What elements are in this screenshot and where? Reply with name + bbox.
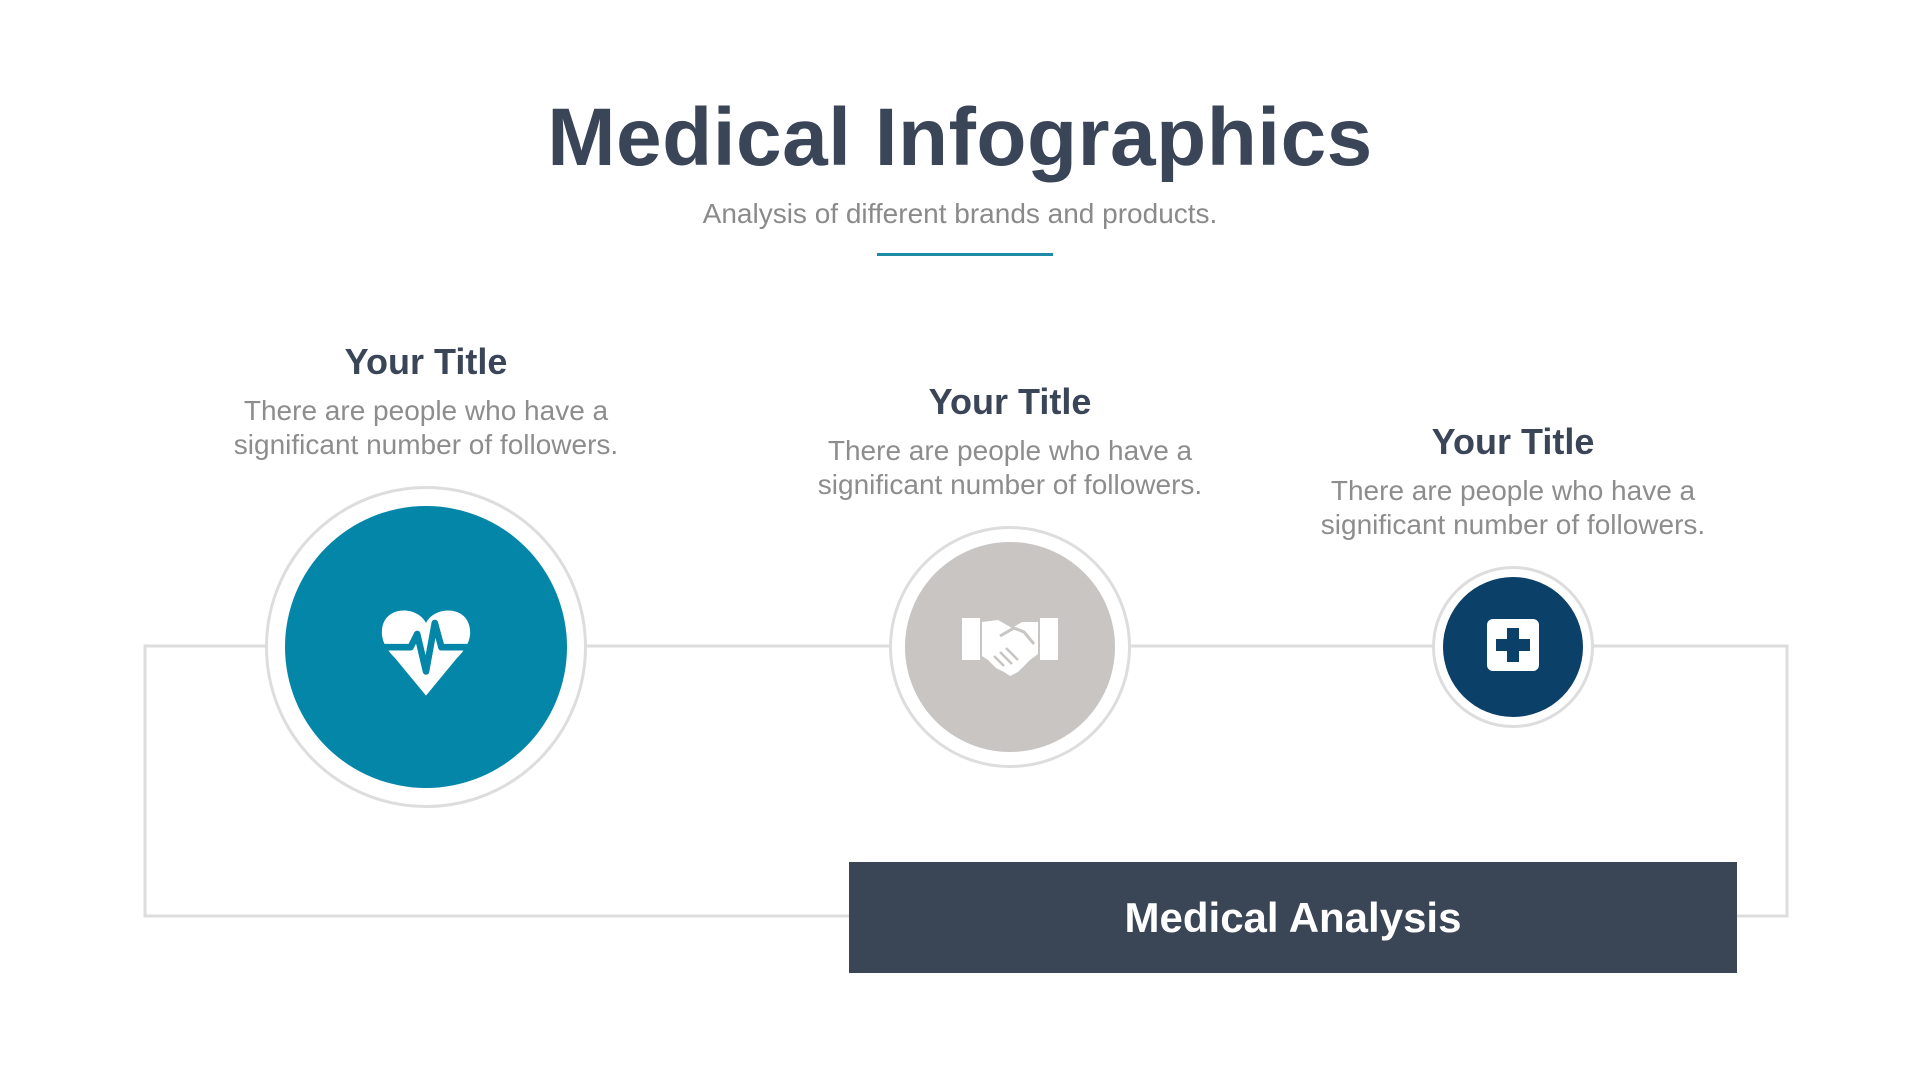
banner-label: Medical Analysis xyxy=(1124,893,1462,941)
medical-analysis-banner: Medical Analysis xyxy=(849,862,1737,973)
medical-cross-icon xyxy=(1485,617,1541,678)
step-3-description-line2: significant number of followers. xyxy=(1320,509,1706,540)
heartbeat-heart-icon xyxy=(371,590,481,705)
handshake-icon xyxy=(960,610,1060,685)
step-1-description-line1: There are people who have a xyxy=(243,395,609,426)
step-1-description-line2: significant number of followers. xyxy=(233,429,619,460)
step-2-description-line1: There are people who have a xyxy=(827,435,1193,466)
step-2-description-line2: significant number of followers. xyxy=(817,469,1203,500)
step-1-title: Your Title xyxy=(344,341,508,382)
step-3-title: Your Title xyxy=(1431,421,1595,462)
step-3-circle xyxy=(1443,577,1583,717)
step-1-circle xyxy=(285,506,567,788)
step-2-circle xyxy=(905,542,1115,752)
step-2-title: Your Title xyxy=(928,381,1092,422)
step-3-description-line1: There are people who have a xyxy=(1330,475,1696,506)
